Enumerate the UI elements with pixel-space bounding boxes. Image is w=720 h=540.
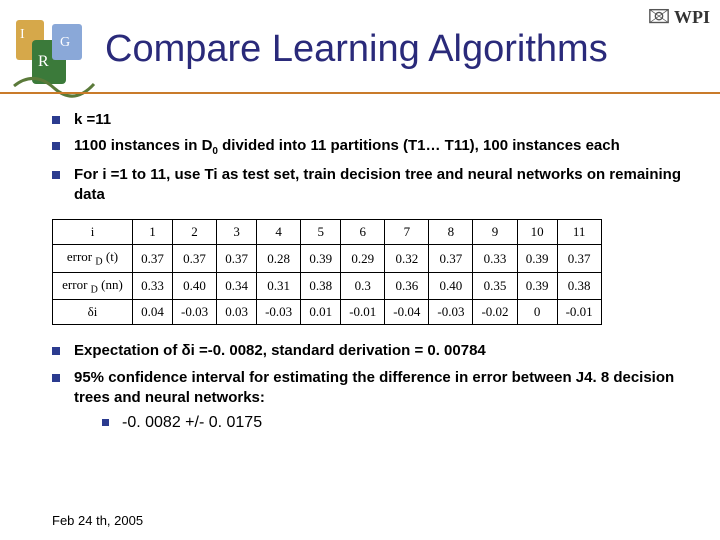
bullet-item: 1100 instances in D0 divided into 11 par… (52, 136, 690, 159)
table-cell: 0 (517, 300, 557, 325)
slide-content: k =11 1100 instances in D0 divided into 1… (52, 110, 690, 440)
table-cell: 0.39 (517, 272, 557, 300)
table-cell: 0.39 (517, 245, 557, 273)
bullet-item: Expectation of δi =-0. 0082, standard de… (52, 341, 690, 361)
table-header-cell: i (53, 220, 133, 245)
sub-bullet-list: -0. 0082 +/- 0. 0175 (74, 412, 690, 434)
table-cell: 0.37 (217, 245, 257, 273)
table-header-cell: 4 (257, 220, 301, 245)
svg-text:R: R (38, 53, 49, 70)
results-table: i1234567891011error D (t)0.370.370.370.2… (52, 219, 602, 325)
table-cell: 0.37 (429, 245, 473, 273)
table-cell: -0.01 (341, 300, 385, 325)
bottom-bullet-list: Expectation of δi =-0. 0082, standard de… (52, 341, 690, 433)
table-cell: 0.36 (385, 272, 429, 300)
title-underline (0, 92, 720, 94)
table-header-row: i1234567891011 (53, 220, 602, 245)
table-row: δi0.04-0.030.03-0.030.01-0.01-0.04-0.03-… (53, 300, 602, 325)
table-cell: 0.32 (385, 245, 429, 273)
top-bullet-list: k =11 1100 instances in D0 divided into 1… (52, 110, 690, 205)
table-header-cell: 2 (173, 220, 217, 245)
wpi-crest-icon (648, 6, 670, 28)
table-cell: 0.01 (301, 300, 341, 325)
table-cell: 0.35 (473, 272, 517, 300)
slide-title: Compare Learning Algorithms (105, 28, 608, 71)
table-header-cell: 5 (301, 220, 341, 245)
table-cell: 0.39 (301, 245, 341, 273)
table-row-label: error D (t) (53, 245, 133, 273)
table-cell: 0.33 (133, 272, 173, 300)
table-cell: -0.03 (173, 300, 217, 325)
table-cell: -0.03 (429, 300, 473, 325)
bullet-item: For i =1 to 11, use Ti as test set, trai… (52, 165, 690, 206)
table-cell: 0.03 (217, 300, 257, 325)
table-header-cell: 7 (385, 220, 429, 245)
table-cell: 0.37 (173, 245, 217, 273)
table-cell: 0.04 (133, 300, 173, 325)
svg-text:G: G (60, 35, 70, 50)
table-header-cell: 11 (557, 220, 601, 245)
table-cell: 0.40 (429, 272, 473, 300)
wpi-text: WPI (674, 7, 710, 28)
table-cell: 0.38 (301, 272, 341, 300)
table-header-cell: 6 (341, 220, 385, 245)
table-cell: 0.34 (217, 272, 257, 300)
table-row: error D (nn)0.330.400.340.310.380.30.360… (53, 272, 602, 300)
table-header-cell: 10 (517, 220, 557, 245)
table-cell: 0.37 (133, 245, 173, 273)
sub-bullet-item: -0. 0082 +/- 0. 0175 (102, 412, 690, 434)
table-row: error D (t)0.370.370.370.280.390.290.320… (53, 245, 602, 273)
svg-text:I: I (20, 27, 25, 42)
table-cell: 0.31 (257, 272, 301, 300)
table-row-label: δi (53, 300, 133, 325)
table-cell: -0.03 (257, 300, 301, 325)
table-cell: -0.01 (557, 300, 601, 325)
wpi-logo: WPI (648, 6, 710, 28)
table-header-cell: 3 (217, 220, 257, 245)
table-cell: 0.29 (341, 245, 385, 273)
table-header-cell: 9 (473, 220, 517, 245)
table-cell: 0.33 (473, 245, 517, 273)
table-cell: 0.40 (173, 272, 217, 300)
table-cell: -0.04 (385, 300, 429, 325)
table-cell: 0.3 (341, 272, 385, 300)
table-cell: -0.02 (473, 300, 517, 325)
table-cell: 0.38 (557, 272, 601, 300)
table-cell: 0.28 (257, 245, 301, 273)
table-header-cell: 1 (133, 220, 173, 245)
table-row-label: error D (nn) (53, 272, 133, 300)
footer-date: Feb 24 th, 2005 (52, 513, 143, 528)
bullet-item: k =11 (52, 110, 690, 130)
table-header-cell: 8 (429, 220, 473, 245)
table-cell: 0.37 (557, 245, 601, 273)
bullet-item: 95% confidence interval for estimating t… (52, 368, 690, 434)
